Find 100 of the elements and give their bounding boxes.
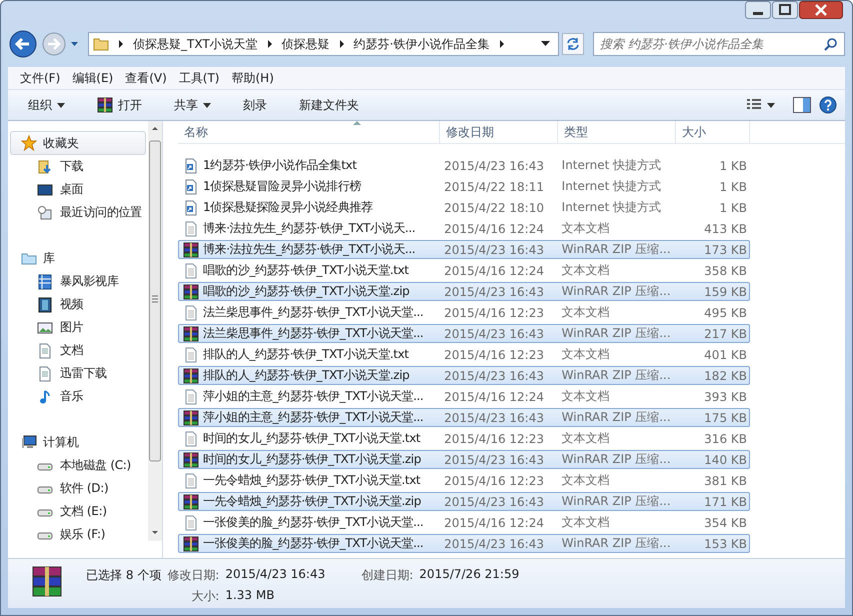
file-type: 文本文档 [560,262,611,279]
nav-item[interactable]: 音乐 [8,385,148,408]
file-row[interactable]: 唱歌的沙_约瑟芬·铁伊_TXT小说天堂.txt 2015/4/16 12:24 文本文档 358 KB [178,261,750,280]
column-header[interactable]: 大小 [676,121,750,143]
dropdown-arrow-icon[interactable] [541,41,550,47]
nav-item[interactable]: 下载 [8,155,148,178]
file-row[interactable]: 1侦探悬疑探险灵异小说经典推荐 2015/4/22 18:10 Internet 快捷方式 1 KB [178,198,750,217]
menu-item[interactable]: 工具(T) [174,70,228,86]
close-button[interactable] [799,1,843,19]
address-bar[interactable]: 侦探悬疑_TXT小说天堂 侦探悬疑 约瑟芬·铁伊小说作品全集 [88,32,559,56]
file-type: 文本文档 [560,514,611,531]
toolbar-button[interactable]: 新建文件夹 [293,94,365,116]
maximize-button[interactable] [772,1,798,19]
column-header[interactable]: 类型 [558,121,676,143]
file-row[interactable]: 萍小姐的主意_约瑟芬·铁伊_TXT小说天堂... 2015/4/16 12:24 文本文档 393 KB [178,387,750,406]
nav-group-header[interactable]: 收藏夹 [10,131,146,155]
help-button[interactable] [819,96,837,114]
shortcut-icon [183,158,199,174]
caret-icon [203,102,211,108]
file-row[interactable]: 博来·法拉先生_约瑟芬·铁伊_TXT小说天... 2015/4/16 12:24 文本文档 413 KB [178,219,750,238]
desktop-icon [37,182,53,198]
nav-item[interactable]: 暴风影视库 [8,270,148,293]
text-file-icon [183,262,199,278]
created-value: 2015/7/26 21:59 [419,567,520,583]
file-row[interactable]: 一张俊美的脸_约瑟芬·铁伊_TXT小说天堂... 2015/4/16 12:24 文本文档 354 KB [178,513,750,532]
file-type: Internet 快捷方式 [560,157,662,174]
archive-icon [97,97,113,113]
file-type: 文本文档 [560,220,611,237]
toolbar-button[interactable]: 打开 [91,94,148,116]
modified-date: 2015/4/16 12:23 [443,306,545,320]
menu-item[interactable]: 帮助(H) [228,70,282,86]
history-dropdown-icon[interactable] [70,40,79,48]
breadcrumb-item[interactable]: 约瑟芬·铁伊小说作品全集 [354,36,490,52]
menu-item[interactable]: 文件(F) [16,70,68,86]
nav-item[interactable]: 本地磁盘 (C:) [8,454,148,477]
selected-file-row[interactable]: 时间的女儿_约瑟芬·铁伊_TXT小说天堂.zip 2015/4/23 16:43 WinRAR ZIP 压缩... 140 KB [178,450,750,469]
minimize-button[interactable] [745,1,771,19]
nav-item[interactable]: 娱乐 (F:) [8,523,148,546]
menu-item[interactable]: 查看(V) [121,70,175,86]
file-name: 排队的人_约瑟芬·铁伊_TXT小说天堂.txt [203,346,409,363]
file-row[interactable]: 1侦探悬疑冒险灵异小说排行榜 2015/4/22 18:11 Internet 快捷方式 1 KB [178,177,750,196]
modified-value: 2015/4/23 16:43 [225,567,326,583]
breadcrumb-item[interactable]: 侦探悬疑_TXT小说天堂 [133,36,258,52]
nav-item[interactable]: 图片 [8,316,148,339]
file-type: 文本文档 [560,304,611,321]
file-name: 唱歌的沙_约瑟芬·铁伊_TXT小说天堂.txt [203,262,409,279]
file-type: WinRAR ZIP 压缩... [560,409,672,426]
nav-group-header[interactable]: 库 [10,246,146,270]
modified-date: 2015/4/23 16:43 [443,452,545,466]
archive-icon [183,410,199,426]
recent-places-icon [37,204,53,220]
modified-date: 2015/4/23 16:43 [443,494,545,508]
file-row[interactable]: 一先令蜡烛_约瑟芬·铁伊_TXT小说天堂.txt 2015/4/16 12:23 文本文档 381 KB [178,471,750,490]
text-file-icon [183,304,199,320]
menu-item[interactable]: 编辑(E) [68,70,122,86]
file-size: 217 KB [703,326,748,340]
selected-file-row[interactable]: 一张俊美的脸_约瑟芬·铁伊_TXT小说天堂... 2015/4/23 16:43 WinRAR ZIP 压缩... 153 KB [178,534,750,553]
dropdown-button[interactable]: 组织 [22,94,71,116]
nav-item[interactable]: 文档 (E:) [8,500,148,523]
file-name: 博来·法拉先生_约瑟芬·铁伊_TXT小说天... [203,220,416,237]
nav-item[interactable]: 软件 (D:) [8,477,148,500]
file-type: WinRAR ZIP 压缩... [560,535,672,552]
preview-pane-button[interactable] [793,97,811,113]
file-name: 萍小姐的主意_约瑟芬·铁伊_TXT小说天堂... [203,388,424,405]
column-header[interactable]: 修改日期 [440,121,558,143]
file-size: 173 KB [703,242,748,256]
text-file-icon [183,220,199,236]
refresh-button[interactable] [562,33,584,55]
nav-item[interactable]: 最近访问的位置 [8,201,148,224]
shortcut-icon [183,200,199,216]
modified-date: 2015/4/23 16:43 [443,536,545,550]
file-row[interactable]: 时间的女儿_约瑟芬·铁伊_TXT小说天堂.txt 2015/4/16 12:23 文本文档 316 KB [178,429,750,448]
selected-file-row[interactable]: 博来·法拉先生_约瑟芬·铁伊_TXT小说天... 2015/4/23 16:43 WinRAR ZIP 压缩... 173 KB [178,240,750,259]
file-size: 393 KB [703,390,748,404]
breadcrumb-item[interactable]: 侦探悬疑 [282,36,330,52]
dropdown-button[interactable]: 共享 [168,94,217,116]
file-row[interactable]: 排队的人_约瑟芬·铁伊_TXT小说天堂.txt 2015/4/16 12:23 文本文档 401 KB [178,345,750,364]
back-button[interactable] [8,29,38,59]
selected-file-row[interactable]: 排队的人_约瑟芬·铁伊_TXT小说天堂.zip 2015/4/23 16:43 WinRAR ZIP 压缩... 182 KB [178,366,750,385]
file-type: WinRAR ZIP 压缩... [560,241,672,258]
field-label: 修改日期: [167,567,220,584]
toolbar-button[interactable]: 刻录 [237,94,273,116]
nav-item[interactable]: 视频 [8,293,148,316]
selected-file-row[interactable]: 法兰柴思事件_约瑟芬·铁伊_TXT小说天堂... 2015/4/23 16:43 WinRAR ZIP 压缩... 217 KB [178,324,750,343]
sort-arrow-icon [353,121,361,125]
selected-file-row[interactable]: 萍小姐的主意_约瑟芬·铁伊_TXT小说天堂... 2015/4/23 16:43 WinRAR ZIP 压缩... 175 KB [178,408,750,427]
file-row[interactable]: 法兰柴思事件_约瑟芬·铁伊_TXT小说天堂... 2015/4/16 12:23 文本文档 495 KB [178,303,750,322]
file-size: 413 KB [703,222,748,236]
nav-item[interactable]: 桌面 [8,178,148,201]
selected-file-row[interactable]: 唱歌的沙_约瑟芬·铁伊_TXT小说天堂.zip 2015/4/23 16:43 WinRAR ZIP 压缩... 159 KB [178,282,750,301]
modified-date: 2015/4/16 12:24 [443,222,545,236]
nav-item[interactable]: 文档 [8,339,148,362]
file-size: 354 KB [703,516,748,530]
star-icon [21,135,37,151]
nav-item[interactable]: 迅雷下载 [8,362,148,385]
search-field[interactable]: 搜索 约瑟芬·铁伊小说作品全集 [593,32,845,56]
nav-group-header[interactable]: 计算机 [10,430,146,454]
file-row[interactable]: 1约瑟芬·铁伊小说作品全集txt 2015/4/23 16:43 Internet 快捷方式 1 KB [178,156,750,175]
file-type: WinRAR ZIP 压缩... [560,367,672,384]
selected-file-row[interactable]: 一先令蜡烛_约瑟芬·铁伊_TXT小说天堂.zip 2015/4/23 16:43 WinRAR ZIP 压缩... 171 KB [178,492,750,511]
